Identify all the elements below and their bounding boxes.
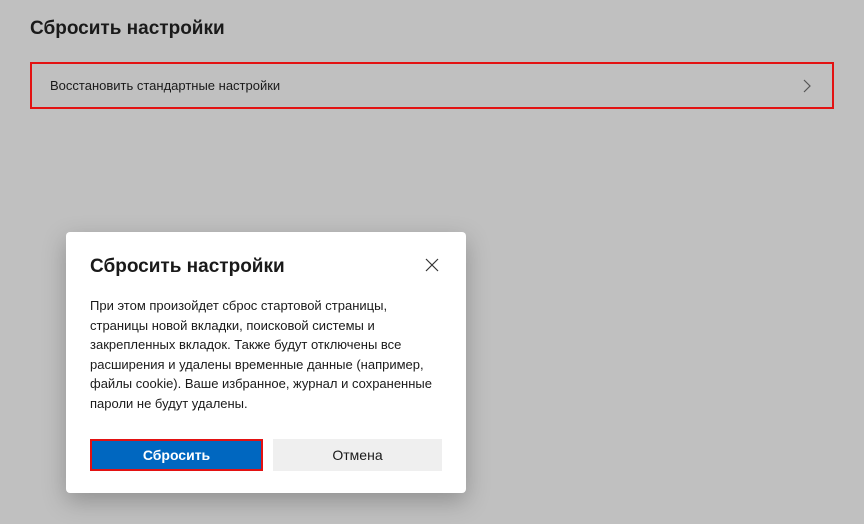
reset-button[interactable]: Сбросить	[90, 439, 263, 471]
restore-defaults-row[interactable]: Восстановить стандартные настройки	[30, 62, 834, 109]
page-header: Сбросить настройки	[0, 0, 864, 50]
close-icon	[425, 258, 439, 275]
dialog-header: Сбросить настройки	[90, 256, 442, 278]
dialog-title: Сбросить настройки	[90, 256, 285, 278]
cancel-button[interactable]: Отмена	[273, 439, 442, 471]
chevron-right-icon	[800, 79, 814, 93]
dialog-body: При этом произойдет сброс стартовой стра…	[90, 296, 442, 413]
dialog-footer: Сбросить Отмена	[90, 439, 442, 471]
page-title: Сбросить настройки	[30, 18, 834, 40]
close-button[interactable]	[422, 256, 442, 276]
reset-settings-dialog: Сбросить настройки При этом произойдет с…	[66, 232, 466, 493]
restore-defaults-label: Восстановить стандартные настройки	[50, 78, 280, 93]
